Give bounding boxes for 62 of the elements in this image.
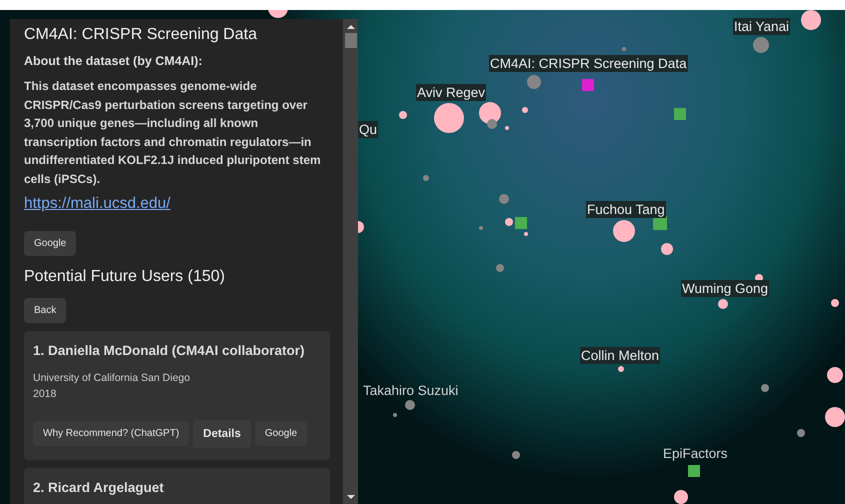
user-name: 1. Daniella McDonald (CM4AI collaborator) bbox=[33, 342, 305, 358]
graph-node[interactable] bbox=[674, 490, 688, 504]
graph-node[interactable] bbox=[674, 108, 686, 120]
graph-node[interactable] bbox=[801, 10, 821, 30]
graph-node[interactable] bbox=[487, 119, 497, 129]
graph-node[interactable] bbox=[524, 232, 528, 236]
graph-node[interactable] bbox=[797, 429, 805, 437]
graph-node[interactable] bbox=[753, 37, 769, 53]
node-label: EpiFactors bbox=[662, 445, 729, 462]
graph-node[interactable] bbox=[825, 407, 845, 427]
graph-node[interactable] bbox=[479, 226, 483, 230]
graph-node[interactable] bbox=[496, 264, 504, 272]
graph-node[interactable] bbox=[622, 47, 626, 51]
users-heading: Potential Future Users (150) bbox=[24, 268, 225, 286]
graph-node[interactable] bbox=[268, 10, 288, 18]
node-label: Qu bbox=[358, 121, 378, 138]
graph-node[interactable] bbox=[393, 413, 397, 417]
scroll-up-icon[interactable] bbox=[346, 24, 354, 30]
graph-node[interactable] bbox=[505, 218, 513, 226]
scrollbar[interactable] bbox=[343, 19, 358, 504]
dataset-link[interactable]: https://mali.ucsd.edu/ bbox=[24, 194, 170, 213]
node-label: Aviv Regev bbox=[416, 84, 486, 101]
node-label: Takahiro Suzuki bbox=[362, 382, 460, 399]
graph-node[interactable] bbox=[423, 175, 429, 181]
panel-title: CM4AI: CRISPR Screening Data bbox=[24, 25, 257, 45]
node-label: CM4AI: CRISPR Screening Data bbox=[489, 55, 688, 72]
graph-node[interactable] bbox=[399, 111, 407, 119]
graph-node[interactable] bbox=[512, 451, 520, 459]
graph-node[interactable] bbox=[661, 243, 673, 255]
details-button[interactable]: Details bbox=[193, 420, 251, 448]
graph-node[interactable] bbox=[479, 102, 501, 124]
graph-node[interactable] bbox=[582, 79, 594, 91]
back-button[interactable]: Back bbox=[24, 298, 66, 323]
graph-node[interactable] bbox=[831, 299, 839, 307]
graph-node[interactable] bbox=[718, 299, 728, 309]
graph-node[interactable] bbox=[613, 220, 635, 242]
user-name: 2. Ricard Argelaguet bbox=[33, 480, 164, 495]
node-label: Itai Yanai bbox=[733, 18, 790, 35]
dataset-description: This dataset encompasses genome-wide CRISPR/Cas9 perturbation screens targeting over 3,700 unique genes—including all known transcription factors and chromatin regulators—in undifferentiated KOLF2.1J induced pluripotent stem cells (iPSCs). bbox=[24, 78, 322, 188]
node-label: Collin Melton bbox=[580, 347, 660, 364]
graph-node[interactable] bbox=[515, 217, 527, 229]
graph-node[interactable] bbox=[405, 400, 415, 410]
graph-node[interactable] bbox=[527, 75, 541, 89]
user-affiliation: University of California San Diego bbox=[33, 370, 190, 386]
graph-node[interactable] bbox=[618, 366, 624, 372]
graph-node[interactable] bbox=[505, 126, 509, 130]
google-button[interactable]: Google bbox=[24, 230, 76, 256]
user-year: 2018 bbox=[33, 386, 56, 402]
graph-node[interactable] bbox=[499, 194, 509, 204]
card-button[interactable]: Google bbox=[254, 421, 308, 446]
node-label: Fuchou Tang bbox=[586, 201, 666, 218]
node-label: Wuming Gong bbox=[681, 280, 770, 297]
scroll-thumb[interactable] bbox=[344, 33, 356, 48]
graph-node[interactable] bbox=[358, 221, 364, 233]
graph-node[interactable] bbox=[522, 107, 528, 113]
about-heading: About the dataset (by CM4AI): bbox=[24, 54, 202, 68]
graph-node[interactable] bbox=[761, 384, 769, 392]
card-button[interactable]: Why Recommend? (ChatGPT) bbox=[33, 421, 190, 446]
graph-node[interactable] bbox=[688, 465, 700, 477]
graph-node[interactable] bbox=[434, 103, 464, 133]
graph-node[interactable] bbox=[827, 367, 843, 383]
scroll-down-icon[interactable] bbox=[346, 494, 354, 500]
